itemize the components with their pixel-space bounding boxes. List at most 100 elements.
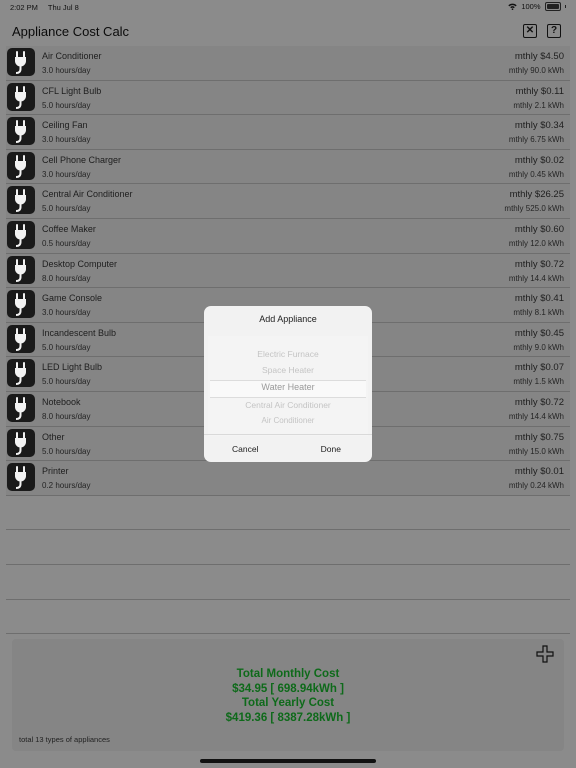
appliance-kwh: mthly 14.4 kWh bbox=[508, 411, 564, 421]
plug-icon bbox=[7, 255, 35, 284]
plug-icon bbox=[7, 48, 35, 76]
plug-icon bbox=[7, 393, 35, 422]
appliance-cost: mthly $0.72 bbox=[514, 258, 564, 270]
appliance-row[interactable]: CFL Light Bulb 5.0 hours/day mthly $0.11 mt… bbox=[6, 80, 570, 116]
appliance-name: Central Air Conditioner bbox=[42, 189, 133, 200]
appliance-cost: mthly $0.60 bbox=[514, 223, 564, 235]
appliance-kwh: mthly 9.0 kWh bbox=[513, 342, 564, 352]
empty-row bbox=[6, 565, 570, 600]
appliance-row[interactable]: Central Air Conditioner 5.0 hours/day mthl… bbox=[6, 184, 570, 219]
help-icon[interactable]: ? bbox=[547, 24, 561, 38]
plug-icon bbox=[7, 290, 35, 319]
yearly-value: $419.36 [ 8387.28kWh ] bbox=[225, 711, 351, 724]
plug-icon bbox=[7, 324, 35, 353]
appliance-name: Other bbox=[42, 431, 65, 442]
status-bar: 2:02 PM Thu Jul 8 100% bbox=[0, 0, 576, 14]
appliance-row[interactable]: Coffee Maker 0.5 hours/day mthly $0.60 mthl… bbox=[6, 218, 570, 254]
picker-item[interactable]: Central Air Conditioner bbox=[208, 400, 368, 410]
dialog-title: Add Appliance bbox=[259, 314, 317, 324]
appliance-hours: 3.0 hours/day bbox=[42, 308, 91, 318]
appliance-cost: mthly $0.34 bbox=[514, 120, 564, 132]
appliance-hours: 0.2 hours/day bbox=[42, 481, 91, 491]
wifi-icon bbox=[508, 3, 518, 10]
appliance-name: Ceiling Fan bbox=[42, 120, 88, 131]
appliance-name: Air Conditioner bbox=[42, 51, 102, 61]
status-date: Thu Jul 8 bbox=[47, 3, 79, 12]
plug-icon bbox=[7, 117, 35, 146]
appliance-hours: 5.0 hours/day bbox=[42, 377, 91, 387]
appliance-cost: mthly $4.50 bbox=[514, 51, 564, 62]
appliance-hours: 5.0 hours/day bbox=[42, 342, 91, 352]
empty-row bbox=[6, 496, 570, 531]
appliance-name: Cell Phone Charger bbox=[42, 154, 122, 165]
appliance-row[interactable]: Cell Phone Charger 3.0 hours/day mthly $0.… bbox=[6, 149, 570, 185]
appliance-name: Incandescent Bulb bbox=[42, 327, 117, 338]
appliance-name: Coffee Maker bbox=[42, 223, 96, 234]
appliance-hours: 5.0 hours/day bbox=[42, 204, 91, 214]
appliance-hours: 8.0 hours/day bbox=[42, 273, 91, 283]
picker-item-selected[interactable]: Water Heater bbox=[208, 382, 368, 392]
appliance-hours: 3.0 hours/day bbox=[42, 135, 91, 145]
appliance-kwh: mthly 90.0 kWh bbox=[508, 66, 564, 75]
plug-icon bbox=[7, 428, 35, 457]
plus-icon[interactable] bbox=[536, 645, 554, 663]
cancel-button[interactable]: Cancel bbox=[232, 444, 258, 454]
appliance-cost: mthly $0.72 bbox=[514, 396, 564, 408]
appliance-name: CFL Light Bulb bbox=[42, 85, 102, 96]
appliance-hours: 5.0 hours/day bbox=[42, 100, 91, 110]
appliance-name: Printer bbox=[42, 466, 69, 477]
battery-icon bbox=[544, 2, 561, 11]
appliance-kwh: mthly 525.0 kWh bbox=[504, 204, 564, 214]
appliance-hours: 8.0 hours/day bbox=[42, 411, 91, 421]
empty-row bbox=[6, 530, 570, 565]
appliance-cost: mthly $0.01 bbox=[514, 466, 564, 478]
plug-icon bbox=[7, 463, 35, 492]
appliance-count: total 13 types of appliances bbox=[19, 735, 110, 744]
appliance-name: LED Light Bulb bbox=[42, 362, 103, 373]
appliance-hours: 3.0 hours/day bbox=[42, 66, 91, 75]
empty-row bbox=[6, 600, 570, 635]
appliance-name: Desktop Computer bbox=[42, 258, 118, 269]
status-time: 2:02 PM bbox=[10, 3, 38, 12]
appliance-kwh: mthly 2.1 kWh bbox=[513, 100, 564, 110]
yearly-label: Total Yearly Cost bbox=[241, 697, 335, 709]
appliance-name: Notebook bbox=[42, 396, 81, 407]
appliance-picker[interactable]: Electric Furnace Space Heater Water Heat… bbox=[208, 336, 368, 436]
battery-tip bbox=[564, 5, 566, 8]
plug-icon bbox=[7, 151, 35, 180]
plug-icon bbox=[7, 82, 35, 111]
home-indicator[interactable] bbox=[200, 759, 376, 763]
appliance-cost: mthly $0.41 bbox=[514, 293, 564, 305]
appliance-kwh: mthly 8.1 kWh bbox=[513, 308, 564, 318]
appliance-hours: 3.0 hours/day bbox=[42, 169, 91, 179]
appliance-kwh: mthly 0.24 kWh bbox=[508, 481, 564, 491]
monthly-value: $34.95 [ 698.94kWh ] bbox=[232, 682, 344, 695]
dialog-actions: Cancel Done bbox=[204, 434, 372, 462]
appliance-row[interactable]: Air Conditioner 3.0 hours/day mthly $4.50 m… bbox=[6, 46, 570, 81]
appliance-row[interactable]: Printer 0.2 hours/day mthly $0.01 mthly 0.2… bbox=[6, 461, 570, 496]
appliance-name: Game Console bbox=[42, 293, 103, 304]
plug-icon bbox=[7, 186, 35, 215]
battery-percent: 100% bbox=[521, 2, 541, 11]
appliance-kwh: mthly 0.45 kWh bbox=[508, 169, 564, 179]
appliance-kwh: mthly 1.5 kWh bbox=[513, 377, 564, 387]
close-icon[interactable]: ✕ bbox=[523, 24, 537, 38]
page-title: Appliance Cost Calc bbox=[12, 24, 130, 39]
appliance-cost: mthly $0.02 bbox=[514, 154, 564, 166]
appliance-hours: 0.5 hours/day bbox=[42, 238, 91, 248]
appliance-row[interactable]: Ceiling Fan 3.0 hours/day mthly $0.34 mthly… bbox=[6, 115, 570, 150]
appliance-kwh: mthly 15.0 kWh bbox=[508, 446, 564, 456]
appliance-kwh: mthly 12.0 kWh bbox=[508, 238, 564, 248]
appliance-kwh: mthly 6.75 kWh bbox=[508, 135, 564, 145]
picker-item[interactable]: Electric Furnace bbox=[208, 349, 368, 359]
appliance-row[interactable]: Desktop Computer 8.0 hours/day mthly $0.72… bbox=[6, 253, 570, 289]
nav-bar: Appliance Cost Calc ✕ ? bbox=[0, 14, 576, 46]
picker-item[interactable]: Air Conditioner bbox=[208, 416, 368, 425]
picker-item[interactable]: Space Heater bbox=[208, 365, 368, 375]
monthly-label: Total Monthly Cost bbox=[236, 668, 340, 680]
appliance-cost: mthly $26.25 bbox=[509, 189, 564, 201]
appliance-hours: 5.0 hours/day bbox=[42, 446, 91, 456]
done-button[interactable]: Done bbox=[321, 444, 341, 454]
appliance-cost: mthly $0.45 bbox=[514, 327, 564, 339]
appliance-cost: mthly $0.07 bbox=[514, 362, 564, 374]
